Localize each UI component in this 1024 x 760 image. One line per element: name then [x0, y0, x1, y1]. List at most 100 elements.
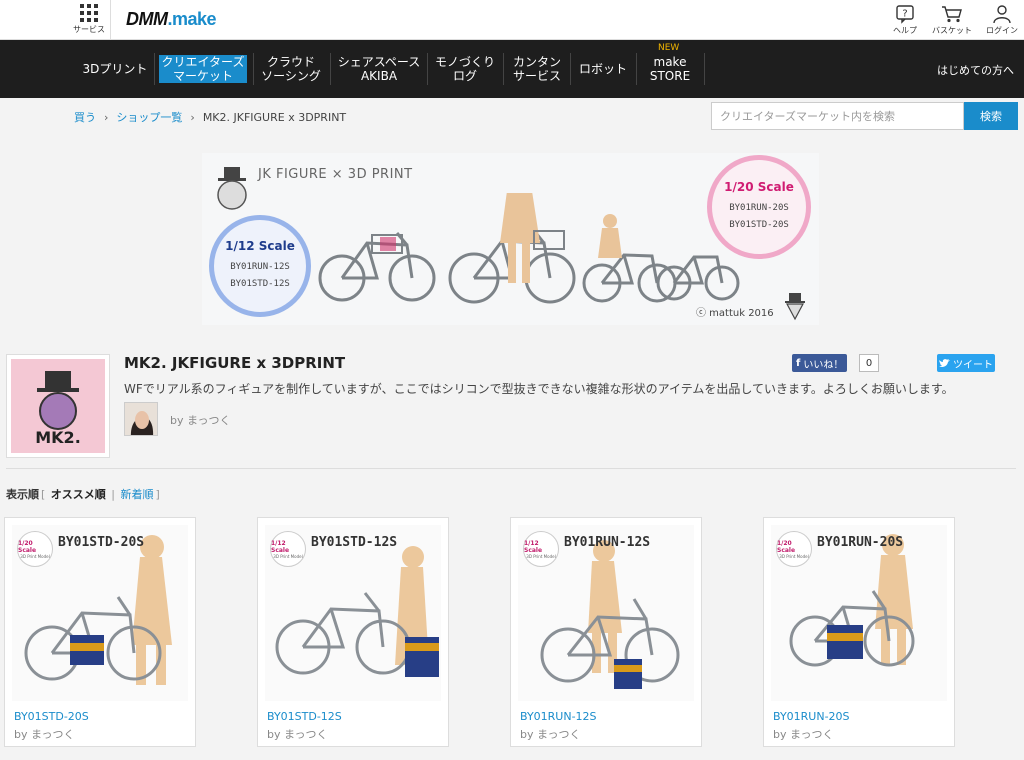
product-card[interactable]: 1/12 Scale 3D Print Model BY01STD-12S BY0…: [257, 517, 449, 747]
bracket: ]: [155, 488, 160, 501]
avatar[interactable]: [124, 402, 158, 436]
scale-code: BY01RUN-20S: [729, 203, 789, 213]
nav-divider: [427, 53, 428, 85]
twitter-bird-icon: [939, 358, 950, 367]
divider: [6, 468, 1016, 469]
product-image-code: BY01STD-20S: [58, 535, 145, 550]
product-title-link[interactable]: BY01RUN-20S: [773, 710, 850, 723]
help-button[interactable]: ? ヘルプ: [883, 4, 927, 36]
nav-monozukuri-log[interactable]: モノづくり ログ: [432, 53, 498, 85]
badge-scale: 1/20 Scale: [18, 539, 37, 554]
breadcrumb-separator: ›: [190, 111, 195, 124]
mascot-icon: [785, 293, 805, 321]
breadcrumb-shops[interactable]: ショップ一覧: [116, 111, 182, 124]
product-card[interactable]: 1/12 Scale 3D Print Model BY01RUN-12S BY0…: [510, 517, 702, 747]
product-image[interactable]: 1/12 Scale 3D Print Model BY01RUN-12S: [518, 525, 694, 701]
badge-sub: 3D Print Model: [20, 553, 50, 559]
product-scale-badge: 1/12 Scale 3D Print Model: [270, 531, 306, 567]
nav-make-store[interactable]: make STORE: [640, 53, 700, 85]
breadcrumb-buy[interactable]: 買う: [74, 111, 96, 124]
facebook-icon: f: [796, 357, 801, 369]
owner-avatar-image: [125, 403, 157, 435]
product-image[interactable]: 1/20 Scale 3D Print Model BY01STD-20S: [12, 525, 188, 701]
product-scale-badge: 1/20 Scale 3D Print Model: [776, 531, 812, 567]
product-owner[interactable]: by まっつく: [520, 726, 581, 742]
product-card[interactable]: 1/20 Scale 3D Print Model BY01RUN-20S BY0…: [763, 517, 955, 747]
bicycle-figures-illustration: [318, 193, 740, 304]
nav-divider: [154, 53, 155, 85]
like-label: いいね！: [803, 359, 844, 371]
shop-thumbnail-inner: MK2.: [11, 359, 105, 453]
first-time-link[interactable]: はじめての方へ: [937, 62, 1014, 78]
svg-text:?: ?: [902, 9, 907, 20]
nav-divider: [503, 53, 504, 85]
services-label: サービス: [73, 25, 105, 34]
top-bar: サービス DMM.make ? ヘルプ バスケット ログイン: [0, 0, 1024, 40]
new-badge: NEW: [658, 43, 680, 53]
nav-easy-service[interactable]: カンタン サービス: [508, 53, 566, 85]
banner-title: JK FIGURE × 3D PRINT: [258, 167, 413, 182]
sort-label: 表示順: [6, 488, 39, 501]
divider: [110, 0, 111, 40]
product-owner[interactable]: by まっつく: [14, 726, 75, 742]
nav-divider: [570, 53, 571, 85]
shop-title: MK2. JKFIGURE x 3DPRINT: [124, 354, 346, 372]
product-title-link[interactable]: BY01RUN-12S: [520, 710, 597, 723]
product-owner[interactable]: by まっつく: [267, 726, 328, 742]
nav-creators-market[interactable]: クリエイターズ マーケット: [159, 55, 247, 83]
scale-code: BY01RUN-12S: [230, 262, 290, 272]
mk2-logo-icon: [217, 167, 247, 210]
shop-description: WFでリアル系のフィギュアを制作していますが、ここではシリコンで型抜きできない複…: [124, 382, 954, 396]
dmm-make-logo[interactable]: DMM.make: [126, 9, 217, 30]
scale-code: BY01STD-12S: [230, 279, 290, 289]
nav-divider: [330, 53, 331, 85]
product-card[interactable]: 1/20 Scale 3D Print Model BY01STD-20S BY0…: [4, 517, 196, 747]
product-owner[interactable]: by まっつく: [773, 726, 834, 742]
user-icon: [993, 5, 1011, 24]
search-button[interactable]: 検索: [964, 102, 1018, 130]
facebook-like-button[interactable]: f いいね！: [792, 354, 848, 372]
badge-scale: 1/12 Scale: [524, 539, 543, 554]
product-image[interactable]: 1/12 Scale 3D Print Model BY01STD-12S: [265, 525, 441, 701]
sort-recommended[interactable]: オススメ順: [51, 488, 106, 501]
breadcrumb-separator: ›: [104, 111, 109, 124]
nav-share-space[interactable]: シェアスペース AKIBA: [335, 53, 423, 85]
breadcrumb-current: MK2. JKFIGURE x 3DPRINT: [202, 111, 347, 124]
bracket: [: [41, 488, 46, 501]
sort-newest[interactable]: 新着順: [121, 488, 154, 501]
badge-sub: 3D Print Model: [273, 553, 303, 559]
scale-title: 1/20 Scale: [724, 180, 794, 194]
scale-1-12-badge: 1/12 Scale BY01RUN-12S BY01STD-12S: [209, 215, 311, 317]
sort-bar: 表示順[ オススメ順 | 新着順]: [6, 486, 162, 502]
scale-1-20-badge: 1/20 Scale BY01RUN-20S BY01STD-20S: [707, 155, 811, 259]
tweet-label: ツイート: [953, 359, 993, 371]
search-input[interactable]: [711, 102, 964, 130]
nav-crowdsourcing[interactable]: クラウド ソーシング: [258, 53, 324, 85]
nav-divider: [636, 53, 637, 85]
nav-3d-print[interactable]: 3Dプリント: [80, 53, 150, 85]
breadcrumb: 買う › ショップ一覧 › MK2. JKFIGURE x 3DPRINT: [74, 109, 346, 125]
shop-thumbnail: MK2.: [6, 354, 110, 458]
badge-scale: 1/20 Scale: [777, 539, 796, 554]
login-button[interactable]: ログイン: [980, 4, 1024, 36]
nav-robot[interactable]: ロボット: [574, 53, 632, 85]
basket-button[interactable]: バスケット: [930, 4, 974, 36]
product-scale-badge: 1/20 Scale 3D Print Model: [17, 531, 53, 567]
product-title-link[interactable]: BY01STD-12S: [267, 710, 342, 723]
product-image-code: BY01RUN-12S: [564, 535, 651, 550]
nav-divider: [704, 53, 705, 85]
services-menu-button[interactable]: サービス: [70, 4, 108, 35]
product-image-code: BY01STD-12S: [311, 535, 398, 550]
product-title-link[interactable]: BY01STD-20S: [14, 710, 89, 723]
grid-icon: [80, 4, 98, 22]
badge-sub: 3D Print Model: [526, 553, 556, 559]
main-nav: 3Dプリント クリエイターズ マーケット クラウド ソーシング シェアスペース …: [0, 40, 1024, 98]
product-image[interactable]: 1/20 Scale 3D Print Model BY01RUN-20S: [771, 525, 947, 701]
product-scale-badge: 1/12 Scale 3D Print Model: [523, 531, 559, 567]
cart-icon: [942, 6, 962, 23]
shop-owner[interactable]: by まっつく: [170, 412, 231, 428]
badge-scale: 1/12 Scale: [271, 539, 290, 554]
shop-banner: JK FIGURE × 3D PRINT 1/12 Scale BY01RUN-…: [202, 153, 819, 325]
tweet-button[interactable]: ツイート: [937, 354, 995, 372]
scale-code: BY01STD-20S: [729, 220, 789, 230]
